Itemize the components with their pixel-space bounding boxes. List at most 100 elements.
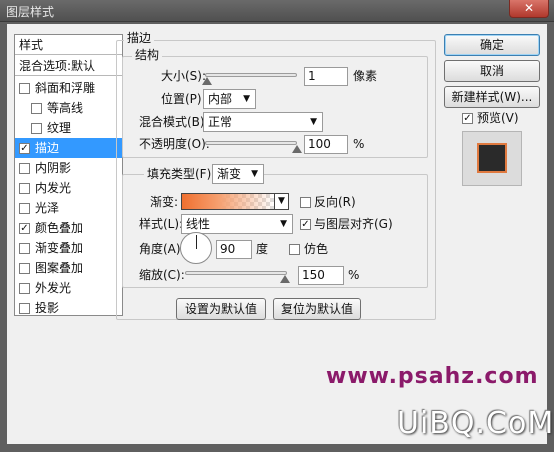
close-button[interactable]: ✕	[509, 0, 549, 18]
chevron-down-icon: ▼	[280, 219, 287, 229]
size-slider[interactable]	[205, 73, 297, 77]
opacity-label: 不透明度(O):	[139, 137, 210, 151]
position-label: 位置(P):	[161, 92, 206, 106]
bevel-emboss-checkbox[interactable]	[19, 83, 30, 94]
size-label: 大小(S):	[161, 69, 207, 83]
style-item-label: 外发光	[35, 281, 72, 295]
angle-dial[interactable]	[180, 232, 212, 264]
stroke-checkbox[interactable]: ✓	[19, 143, 30, 154]
style-item-label: 内发光	[35, 181, 72, 195]
drop-shadow-checkbox[interactable]	[19, 303, 30, 314]
blend-options-item[interactable]: 混合选项:默认	[15, 56, 122, 76]
stroke-section-title: 描边	[124, 31, 155, 45]
dither-checkbox[interactable]	[289, 244, 300, 255]
style-item-label: 颜色叠加	[35, 221, 84, 235]
align-with-layer-checkbox[interactable]: ✓	[300, 219, 311, 230]
gradient-overlay-checkbox[interactable]	[19, 243, 30, 254]
new-style-button[interactable]: 新建样式(W)...	[444, 86, 540, 108]
gradient-style-value: 线性	[186, 217, 211, 231]
opacity-input[interactable]: 100	[304, 135, 348, 154]
preview-checkbox[interactable]: ✓	[462, 113, 473, 124]
angle-input[interactable]: 90	[216, 240, 252, 259]
style-item-label: 等高线	[47, 101, 84, 115]
reset-default-button[interactable]: 复位为默认值	[273, 298, 361, 320]
size-unit: 像素	[353, 69, 378, 83]
style-item-pattern-overlay[interactable]: 图案叠加	[15, 258, 122, 278]
style-item-label: 描边	[35, 141, 60, 155]
chevron-down-icon: ▼	[251, 169, 258, 179]
inner-glow-checkbox[interactable]	[19, 183, 30, 194]
size-slider-thumb[interactable]	[202, 77, 212, 85]
style-item-label: 投影	[35, 301, 60, 315]
title-bar: 图层样式 ✕	[0, 0, 554, 22]
style-item-label: 内阴影	[35, 161, 72, 175]
scale-slider-thumb[interactable]	[280, 275, 290, 283]
style-item-bevel-emboss[interactable]: 斜面和浮雕	[15, 78, 122, 98]
fill-type-select[interactable]: 渐变 ▼	[212, 164, 264, 184]
position-value: 内部	[208, 92, 233, 106]
gradient-style-select[interactable]: 线性 ▼	[181, 214, 293, 234]
gradient-picker[interactable]	[181, 193, 275, 210]
ok-button[interactable]: 确定	[444, 34, 540, 56]
style-item-outer-glow[interactable]: 外发光	[15, 278, 122, 298]
gradient-style-label: 样式(L):	[139, 217, 184, 231]
style-item-gradient-overlay[interactable]: 渐变叠加	[15, 238, 122, 258]
chevron-down-icon: ▼	[310, 117, 317, 127]
style-item-texture[interactable]: 纹理	[15, 118, 122, 138]
style-item-color-overlay[interactable]: ✓ 颜色叠加	[15, 218, 122, 238]
texture-checkbox[interactable]	[31, 123, 42, 134]
scale-label: 缩放(C):	[139, 268, 185, 282]
scale-input[interactable]: 150	[298, 266, 344, 285]
reverse-label: 反向(R)	[314, 195, 356, 209]
style-item-label: 图案叠加	[35, 261, 84, 275]
satin-checkbox[interactable]	[19, 203, 30, 214]
style-item-label: 斜面和浮雕	[35, 81, 96, 95]
layer-style-dialog: 图层样式 ✕ 样式 混合选项:默认 斜面和浮雕 等高线 纹理 ✓ 描边 内阴影 …	[0, 0, 554, 452]
size-input[interactable]: 1	[304, 67, 348, 86]
set-default-button[interactable]: 设置为默认值	[176, 298, 266, 320]
preview-label: 预览(V)	[477, 111, 519, 125]
angle-needle	[196, 235, 197, 249]
chevron-down-icon[interactable]: ▼	[275, 193, 289, 210]
styles-list: 样式 混合选项:默认 斜面和浮雕 等高线 纹理 ✓ 描边 内阴影 内发光 光泽	[14, 34, 123, 316]
opacity-slider[interactable]	[205, 141, 297, 145]
watermark-psahz: www.psahz.com	[326, 364, 539, 389]
inner-shadow-checkbox[interactable]	[19, 163, 30, 174]
angle-unit: 度	[256, 242, 269, 256]
style-item-contour[interactable]: 等高线	[15, 98, 122, 118]
style-item-stroke[interactable]: ✓ 描边	[15, 138, 122, 158]
reverse-checkbox[interactable]	[300, 197, 311, 208]
scale-unit: %	[348, 268, 360, 282]
styles-header[interactable]: 样式	[15, 35, 122, 55]
contour-checkbox[interactable]	[31, 103, 42, 114]
preview-swatch	[477, 143, 507, 173]
style-item-inner-shadow[interactable]: 内阴影	[15, 158, 122, 178]
chevron-down-icon: ▼	[243, 94, 250, 104]
style-item-satin[interactable]: 光泽	[15, 198, 122, 218]
blend-mode-value: 正常	[208, 115, 233, 129]
fill-type-label: 填充类型(F):	[144, 167, 219, 181]
watermark-uibq: UiBQ.CoM	[397, 406, 554, 441]
pattern-overlay-checkbox[interactable]	[19, 263, 30, 274]
outer-glow-checkbox[interactable]	[19, 283, 30, 294]
style-item-label: 纹理	[47, 121, 72, 135]
structure-group-title: 结构	[132, 48, 163, 62]
color-overlay-checkbox[interactable]: ✓	[19, 223, 30, 234]
style-preview-thumbnail	[462, 131, 522, 186]
angle-label: 角度(A):	[139, 242, 185, 256]
style-item-label: 渐变叠加	[35, 241, 84, 255]
blend-mode-select[interactable]: 正常 ▼	[203, 112, 323, 132]
style-item-inner-glow[interactable]: 内发光	[15, 178, 122, 198]
style-item-drop-shadow[interactable]: 投影	[15, 298, 122, 318]
fill-type-value: 渐变	[217, 167, 242, 181]
cancel-button[interactable]: 取消	[444, 60, 540, 82]
dither-label: 仿色	[304, 242, 329, 256]
scale-slider[interactable]	[185, 271, 287, 275]
opacity-slider-thumb[interactable]	[292, 145, 302, 153]
align-with-layer-label: 与图层对齐(G)	[314, 217, 393, 231]
position-select[interactable]: 内部 ▼	[203, 89, 256, 109]
blend-mode-label: 混合模式(B):	[139, 115, 209, 129]
gradient-label: 渐变:	[150, 195, 179, 209]
opacity-unit: %	[353, 137, 365, 151]
style-item-label: 光泽	[35, 201, 60, 215]
